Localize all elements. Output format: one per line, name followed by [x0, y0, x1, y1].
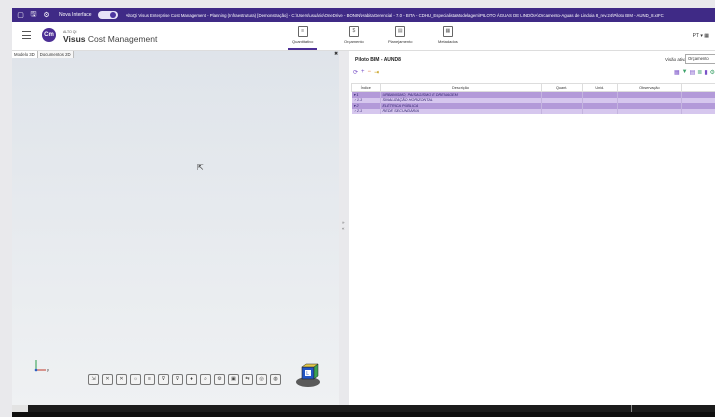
app-header: Cm ALTO QI Visus Cost Management ≡ Quant…: [12, 22, 715, 51]
tab-planejamento[interactable]: ▤ Planejamento: [388, 26, 412, 47]
measure-icon[interactable]: ⇆: [242, 374, 253, 385]
tab-quantitativo[interactable]: ≡ Quantitativo: [287, 26, 318, 50]
camera-icon[interactable]: ◎: [256, 374, 267, 385]
table-icon[interactable]: ▤: [690, 69, 696, 76]
refresh-icon[interactable]: ⟳: [353, 69, 358, 76]
expand-left-icon[interactable]: «: [342, 226, 345, 232]
tab-orcamento[interactable]: $ Orçamento: [344, 26, 364, 47]
tab-label: Metadados: [438, 39, 458, 44]
row-index: › 2.1: [351, 108, 381, 114]
quantity-icon: ≡: [297, 26, 308, 37]
grid-icon[interactable]: ▦: [704, 33, 709, 39]
add-icon[interactable]: +: [361, 69, 365, 76]
fit-icon[interactable]: ⇲: [88, 374, 99, 385]
col-extra: [681, 83, 715, 92]
metadata-icon: ▦: [442, 26, 453, 37]
tab-label: Quantitativo: [292, 39, 314, 44]
toggle-knob: [109, 12, 116, 18]
col-observation[interactable]: Observação: [616, 83, 683, 92]
row-observation: [617, 108, 683, 114]
panel-toolbar-right: ▦ ▼ ▤ ≣ ▮ ⚙: [674, 69, 715, 76]
col-quantity[interactable]: Quant.: [540, 83, 583, 92]
budget-icon: $: [348, 26, 359, 37]
logo-product: Cost Management: [87, 34, 158, 44]
tab-label: Orçamento: [344, 39, 364, 44]
remove-icon[interactable]: −: [368, 69, 372, 76]
globe-icon[interactable]: ◍: [270, 374, 281, 385]
view-label: Visão ativa: [665, 57, 687, 62]
status-left: [12, 405, 28, 412]
taskbar-strip: [12, 412, 715, 417]
col-description[interactable]: Descrição: [379, 83, 542, 92]
col-unit[interactable]: Unid.: [581, 83, 618, 92]
gear-icon[interactable]: ⚙: [42, 11, 51, 20]
close-icon[interactable]: ✖: [334, 51, 338, 57]
col-index[interactable]: Índice: [351, 83, 381, 92]
viewer-toolbar: ⇲ ✕ ✕ ☼ ≡ ⊽ ⊽ ♦ ⌕ ⚙ ▣ ⇆ ◎ ◍: [88, 374, 281, 388]
view-select[interactable]: Orçamento: [685, 54, 715, 64]
lamp-icon[interactable]: ♦: [186, 374, 197, 385]
cross-icon[interactable]: ✕: [102, 374, 113, 385]
outer-margin: [0, 0, 12, 417]
budget-panel: Piloto BIM - AUND8 Visão ativa Orçamento…: [349, 51, 715, 405]
panel-splitter[interactable]: » «: [342, 220, 345, 232]
tab-documentos-2d[interactable]: Documentos 2D: [37, 51, 74, 58]
layers-icon[interactable]: ≡: [144, 374, 155, 385]
settings-icon[interactable]: ⚙: [214, 374, 225, 385]
model-viewer[interactable]: Modelo 3D Documentos 2D: [12, 51, 339, 405]
window-icon[interactable]: ▢: [16, 11, 25, 20]
window-title: AltoQi Visus Enterprise Cost Management …: [125, 12, 664, 18]
planning-icon: ▤: [395, 26, 406, 37]
light-icon[interactable]: ☼: [130, 374, 141, 385]
filter-icon[interactable]: ⊽: [158, 374, 169, 385]
budget-table: Índice Descrição Quant. Unid. Observação…: [351, 83, 715, 114]
cross-icon[interactable]: ✕: [116, 374, 127, 385]
row-quantity: [541, 108, 583, 114]
status-bar: [28, 405, 715, 412]
panel-toolbar-left: ⟳ + − ⇥: [353, 69, 379, 76]
axis-gizmo-icon: y: [34, 360, 49, 372]
export-icon[interactable]: ▦: [674, 69, 680, 76]
panel-title: Piloto BIM - AUND8: [355, 57, 401, 63]
tab-metadados[interactable]: ▦ Metadados: [438, 26, 458, 47]
new-interface-toggle[interactable]: [97, 11, 118, 19]
filter-icon[interactable]: ▼: [682, 69, 688, 76]
tab-modelo-3d[interactable]: Modelo 3D: [12, 51, 38, 58]
viewcube-icon[interactable]: L: [295, 362, 321, 388]
language-label: PT: [692, 33, 699, 39]
settings-icon[interactable]: ⚙: [710, 69, 715, 76]
row-unit: [582, 108, 618, 114]
new-interface-label: Nova Interface: [59, 12, 92, 18]
row-extra: [681, 108, 715, 114]
move-icon[interactable]: ⇥: [374, 69, 379, 76]
window-titlebar: ▢ 🖫 ⚙ Nova Interface AltoQi Visus Enterp…: [12, 8, 715, 22]
chart-icon[interactable]: ▮: [704, 69, 707, 76]
logo-brand: Visus: [63, 34, 86, 44]
svg-text:L: L: [306, 371, 309, 377]
mouse-cursor-icon: ⇱: [197, 163, 204, 172]
viewer-tabs: Modelo 3D Documentos 2D: [12, 51, 74, 58]
row-description: REDE SECUNDÁRIA: [380, 108, 542, 114]
filter-icon[interactable]: ⊽: [172, 374, 183, 385]
language-selector[interactable]: PT ▾ ▦: [693, 33, 709, 39]
tab-label: Planejamento: [388, 39, 413, 44]
select-icon[interactable]: ▣: [228, 374, 239, 385]
list-icon[interactable]: ≣: [697, 69, 702, 76]
save-icon[interactable]: 🖫: [29, 11, 38, 20]
status-divider: [631, 405, 632, 412]
axis-label: y: [47, 367, 49, 372]
logo-text: Visus Cost Management: [63, 34, 157, 44]
table-header: Índice Descrição Quant. Unid. Observação: [351, 83, 715, 92]
zoom-icon[interactable]: ⌕: [200, 374, 211, 385]
table-row[interactable]: › 2.1 REDE SECUNDÁRIA: [351, 108, 715, 114]
menu-icon[interactable]: [22, 31, 31, 39]
logo-icon: Cm: [42, 28, 56, 42]
